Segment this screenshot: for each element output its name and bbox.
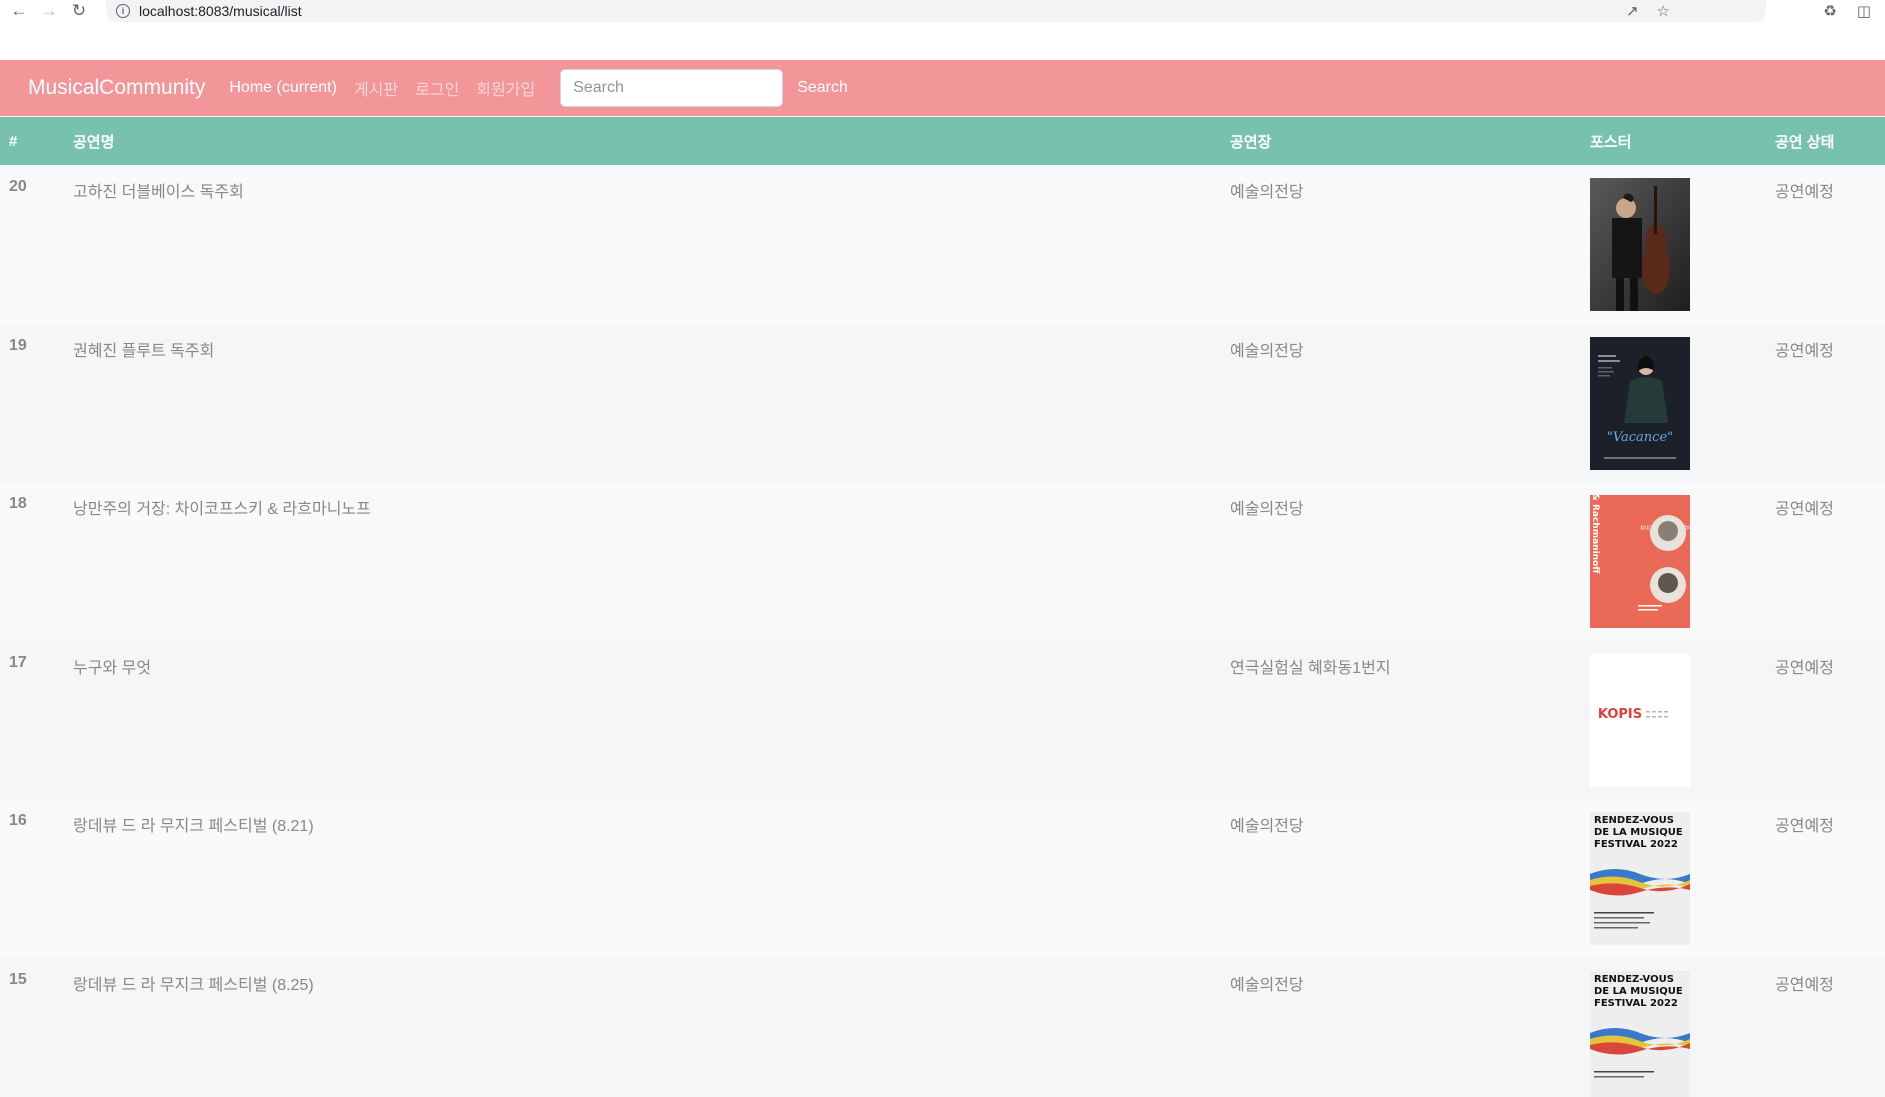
row-poster-cell: Tchaikovsky & Rachmaninoff 차이코프스키 & 라흐마니… (1590, 482, 1775, 641)
row-title[interactable]: 낭만주의 거장: 차이코프스키 & 라흐마니노프 (73, 482, 1230, 641)
row-venue: 연극실험실 혜화동1번지 (1230, 659, 1391, 677)
row-poster-cell: RENDEZ-VOUS DE LA MUSIQUE FESTIVAL 2022 (1590, 799, 1775, 958)
row-title[interactable]: 랑데뷰 드 라 무지크 페스티벌 (8.25) (73, 958, 1230, 1097)
row-venue: 예술의전당 (1230, 501, 1304, 518)
forward-arrow-icon[interactable]: → (38, 0, 60, 22)
poster-rendezvous-line-2: DE LA MUSIQUE (1594, 827, 1683, 838)
side-panel-icon[interactable]: ◫ (1857, 2, 1871, 20)
search-button[interactable]: Search (791, 73, 854, 103)
row-number: 16 (9, 812, 27, 829)
browser-toolbar: ← → ↻ i localhost:8083/musical/list ↗ ☆ … (0, 0, 1885, 60)
row-number: 18 (9, 495, 27, 512)
top-navbar: MusicalCommunity Home (current) 게시판 로그인 … (0, 60, 1885, 116)
row-status: 공연예정 (1775, 659, 1834, 677)
table-header-row: # 공연명 공연장 포스터 공연 상태 (0, 117, 1885, 165)
poster-vacance-text: "Vacance" (1607, 430, 1673, 445)
row-status: 공연예정 (1775, 501, 1834, 518)
poster-image[interactable]: "Vacance" (1590, 336, 1690, 470)
url-text: localhost:8083/musical/list (139, 3, 302, 19)
row-title[interactable]: 랑데뷰 드 라 무지크 페스티벌 (8.21) (73, 799, 1230, 958)
table-row[interactable]: 18 낭만주의 거장: 차이코프스키 & 라흐마니노프 예술의전당 Tchaik… (0, 482, 1885, 641)
poster-rendezvous-line-3: FESTIVAL 2022 (1594, 839, 1678, 850)
row-poster-cell: KOPIS (1590, 641, 1775, 800)
info-icon[interactable]: i (116, 4, 130, 18)
row-status: 공연예정 (1775, 976, 1834, 994)
row-status: 공연예정 (1775, 184, 1834, 201)
row-title[interactable]: 고하진 더블베이스 독주회 (73, 165, 1230, 324)
musical-list: # 공연명 공연장 포스터 공연 상태 20 고하진 더블베이스 독주회 예술의… (0, 117, 1885, 1097)
row-venue: 예술의전당 (1230, 976, 1304, 994)
extensions-icon[interactable]: ♻ (1823, 2, 1836, 20)
table-row[interactable]: 15 랑데뷰 드 라 무지크 페스티벌 (8.25) 예술의전당 RENDEZ-… (0, 957, 1885, 1097)
nav-link-home[interactable]: Home (current) (229, 79, 337, 97)
row-title[interactable]: 권혜진 플루트 독주회 (73, 324, 1230, 483)
row-status: 공연예정 (1775, 818, 1834, 835)
address-bar[interactable]: i localhost:8083/musical/list ↗ ☆ (106, 0, 1766, 22)
row-poster-cell: RENDEZ-VOUS DE LA MUSIQUE FESTIVAL 2022 (1590, 958, 1775, 1097)
row-number: 15 (9, 970, 27, 988)
poster-image[interactable]: Tchaikovsky & Rachmaninoff 차이코프스키 & 라흐마니… (1590, 495, 1690, 628)
row-status: 공연예정 (1775, 342, 1834, 360)
brand-link[interactable]: MusicalCommunity (28, 76, 205, 100)
table-row[interactable]: 16 랑데뷰 드 라 무지크 페스티벌 (8.21) 예술의전당 RENDEZ-… (0, 799, 1885, 958)
poster-image[interactable]: RENDEZ-VOUS DE LA MUSIQUE FESTIVAL 2022 (1590, 812, 1690, 945)
header-number: # (9, 132, 18, 150)
table-row[interactable]: 20 고하진 더블베이스 독주회 예술의전당 공연예정 (0, 165, 1885, 324)
musical-table: # 공연명 공연장 포스터 공연 상태 20 고하진 더블베이스 독주회 예술의… (0, 117, 1885, 1097)
row-number: 17 (9, 653, 27, 671)
reload-icon[interactable]: ↻ (68, 0, 90, 22)
row-venue: 예술의전당 (1230, 818, 1304, 835)
header-poster: 포스터 (1590, 133, 1632, 151)
star-icon[interactable]: ☆ (1657, 2, 1670, 20)
row-poster-cell (1590, 165, 1775, 324)
poster-image[interactable]: KOPIS (1590, 653, 1690, 787)
poster-image[interactable]: RENDEZ-VOUS DE LA MUSIQUE FESTIVAL 2022 (1590, 970, 1690, 1097)
row-number: 19 (9, 336, 27, 354)
nav-link-board[interactable]: 게시판 (354, 76, 398, 100)
search-input[interactable] (560, 69, 784, 107)
poster-rendezvous-line-1: RENDEZ-VOUS (1594, 974, 1674, 985)
row-venue: 예술의전당 (1230, 184, 1304, 201)
row-venue: 예술의전당 (1230, 342, 1304, 360)
share-icon[interactable]: ↗ (1626, 2, 1639, 20)
nav-link-signup[interactable]: 회원가입 (476, 76, 535, 100)
poster-rendezvous-line-2: DE LA MUSIQUE (1594, 986, 1683, 997)
poster-image[interactable] (1590, 178, 1690, 311)
table-row[interactable]: 19 권혜진 플루트 독주회 예술의전당 "Vacance" 공연예정 (0, 323, 1885, 483)
poster-kopis-text: KOPIS (1598, 707, 1642, 722)
poster-rendezvous-line-3: FESTIVAL 2022 (1594, 998, 1678, 1009)
poster-tchaikovsky-side-text: Tchaikovsky & Rachmaninoff (1590, 495, 1600, 574)
header-venue: 공연장 (1230, 133, 1272, 151)
header-title: 공연명 (73, 133, 115, 151)
poster-rendezvous-line-1: RENDEZ-VOUS (1594, 815, 1674, 826)
row-poster-cell: "Vacance" (1590, 324, 1775, 483)
row-title[interactable]: 누구와 무엇 (73, 641, 1230, 800)
header-status: 공연 상태 (1775, 133, 1835, 151)
nav-link-login[interactable]: 로그인 (415, 76, 459, 100)
row-number: 20 (9, 178, 27, 195)
table-row[interactable]: 17 누구와 무엇 연극실험실 혜화동1번지 KOPIS 공연예정 (0, 640, 1885, 800)
back-arrow-icon[interactable]: ← (8, 0, 30, 22)
